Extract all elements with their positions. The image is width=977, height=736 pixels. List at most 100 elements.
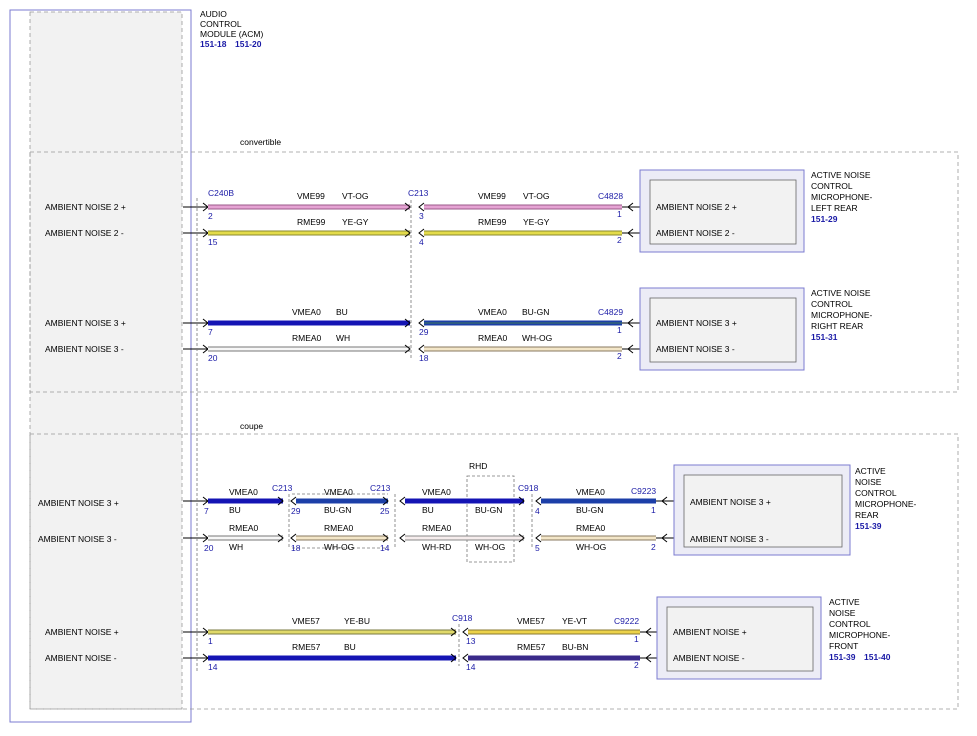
wire-color: VT-OG: [523, 191, 549, 201]
mic-title: ACTIVE NOISE: [811, 288, 871, 298]
mic-ref: 151-39: [829, 652, 856, 662]
acm-pin-label: AMBIENT NOISE 3 +: [45, 318, 126, 328]
pin-number: 2: [634, 660, 639, 670]
connector-id: C918: [518, 483, 539, 493]
acm-pin-label: AMBIENT NOISE 3 -: [38, 534, 117, 544]
pin-number: 1: [634, 634, 639, 644]
wire-color: BU: [344, 642, 356, 652]
wire-color: BU-BN: [562, 642, 588, 652]
pin-number: 1: [208, 636, 213, 646]
mic-title: MICROPHONE-: [855, 499, 917, 509]
connector-id: C4829: [598, 307, 623, 317]
wire-color: WH-RD: [422, 542, 451, 552]
wire-color: WH: [229, 542, 243, 552]
circuit-labels: VME99 VT-OG RME99 YE-GY VME99 VT-OG RME9…: [229, 191, 606, 652]
circuit-id: RME57: [292, 642, 321, 652]
pin-number: 13: [466, 636, 476, 646]
mic-title: ACTIVE: [829, 597, 860, 607]
circuit-id: VMEA0: [422, 487, 451, 497]
wire-color: WH-OG: [324, 542, 354, 552]
acm-title-3: MODULE (ACM): [200, 29, 263, 39]
acm-pin-label: AMBIENT NOISE 3 +: [38, 498, 119, 508]
mic-title: MICROPHONE-: [829, 630, 891, 640]
mic-ref: 151-39: [855, 521, 882, 531]
inline-connector-arrows: [277, 202, 542, 663]
pin-number: 14: [208, 662, 218, 672]
wire-color: WH: [336, 333, 350, 343]
pin-number: 2: [651, 542, 656, 552]
circuit-id: RMEA0: [229, 523, 259, 533]
wire-color: WH-OG: [576, 542, 606, 552]
pin-number: 7: [208, 327, 213, 337]
pin-number: 25: [380, 506, 390, 516]
mic-pin-stubs: [622, 202, 685, 663]
pin-stub: [183, 496, 209, 506]
pin-number: 1: [651, 505, 656, 515]
mic-pin-label: AMBIENT NOISE 3 -: [690, 534, 769, 544]
pin-numbers: 2 15 3 4 1 2 7 20 29 18 1 2 7 20 29 18 2…: [204, 209, 656, 672]
mic-pin-label: AMBIENT NOISE 2 +: [656, 202, 737, 212]
mic-title: NOISE: [829, 608, 856, 618]
mic-title: ACTIVE NOISE: [811, 170, 871, 180]
pin-number: 14: [380, 543, 390, 553]
wiring-diagram: AUDIO CONTROL MODULE (ACM) 151-18 151-20…: [9, 9, 959, 723]
connector-id: C918: [452, 613, 473, 623]
connector-id: C240B: [208, 188, 234, 198]
pin-stub: [183, 653, 209, 663]
acm-pin-label: AMBIENT NOISE 2 +: [45, 202, 126, 212]
wire-color: WH-OG: [522, 333, 552, 343]
mic-title: CONTROL: [811, 299, 853, 309]
mic-left-rear: AMBIENT NOISE 2 + AMBIENT NOISE 2 - ACTI…: [639, 169, 873, 253]
mic-pin-label: AMBIENT NOISE 2 -: [656, 228, 735, 238]
pin-number: 7: [204, 506, 209, 516]
circuit-id: RME99: [478, 217, 507, 227]
circuit-id: VME99: [297, 191, 325, 201]
connector-id: C213: [370, 483, 391, 493]
wire-color: YE-VT: [562, 616, 587, 626]
circuit-id: RMEA0: [576, 523, 606, 533]
pin-number: 2: [617, 235, 622, 245]
wire-color: BU-GN: [576, 505, 603, 515]
mic-ref: 151-31: [811, 332, 838, 342]
wire-color: BU: [422, 505, 434, 515]
wire-color: VT-OG: [342, 191, 368, 201]
wire-color: YE-GY: [523, 217, 550, 227]
circuit-id: RMEA0: [422, 523, 452, 533]
connector-id: C9222: [614, 616, 639, 626]
pin-stub: [183, 627, 209, 637]
pin-number: 29: [291, 506, 301, 516]
pin-stub: [183, 344, 209, 354]
acm-inner-box: [29, 11, 183, 710]
circuit-id: RME57: [517, 642, 546, 652]
pin-number: 4: [535, 506, 540, 516]
circuit-id: RMEA0: [478, 333, 508, 343]
mic-ref: 151-40: [864, 652, 891, 662]
mic-title: CONTROL: [829, 619, 871, 629]
circuit-id: VME57: [517, 616, 545, 626]
wire-color: BU-GN: [475, 505, 502, 515]
connector-outlines: [196, 198, 533, 672]
mic-title: NOISE: [855, 477, 882, 487]
mic-title: MICROPHONE-: [811, 192, 873, 202]
acm-ref-1: 151-18: [200, 39, 227, 49]
acm-title-2: CONTROL: [200, 19, 242, 29]
acm-ref-2: 151-20: [235, 39, 262, 49]
connector-id: C213: [408, 188, 429, 198]
mic-title: REAR: [855, 510, 879, 520]
connector-ids: C240B C213 C4828 C4829 C213 C213 C918 C9…: [208, 188, 656, 626]
circuit-id: VME99: [478, 191, 506, 201]
circuit-id: VMEA0: [478, 307, 507, 317]
pin-number: 18: [291, 543, 301, 553]
circuit-id: VMEA0: [229, 487, 258, 497]
pin-number: 18: [419, 353, 429, 363]
mic-pin-label: AMBIENT NOISE -: [673, 653, 745, 663]
connector-id: C9223: [631, 486, 656, 496]
pin-number: 20: [208, 353, 218, 363]
circuit-id: VMEA0: [292, 307, 321, 317]
connector-id: C213: [272, 483, 293, 493]
pin-number: 2: [208, 211, 213, 221]
pin-number: 1: [617, 325, 622, 335]
pin-number: 1: [617, 209, 622, 219]
circuit-id: RMEA0: [324, 523, 354, 533]
mic-coupe-rear: AMBIENT NOISE 3 + AMBIENT NOISE 3 - ACTI…: [673, 464, 917, 556]
